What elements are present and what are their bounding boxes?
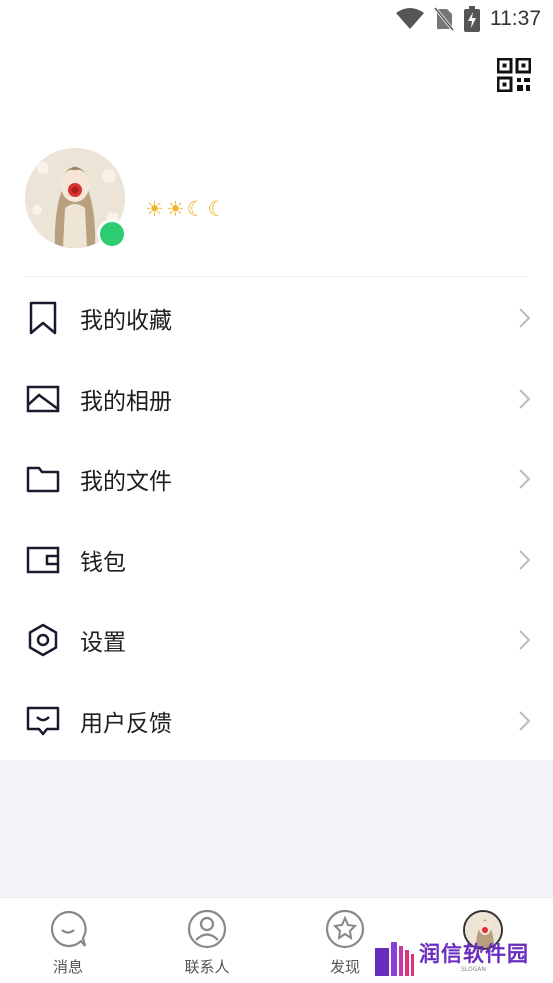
menu-item-album[interactable]: 我的相册	[0, 359, 553, 440]
sun-icon: ☀	[145, 197, 164, 221]
divider	[25, 276, 528, 277]
contacts-icon	[187, 909, 227, 949]
chevron-right-icon	[519, 711, 531, 731]
bookmark-icon	[25, 300, 61, 336]
nav-label: 联系人	[184, 958, 230, 976]
image-icon	[25, 381, 61, 417]
watermark-subtext: SLOGAN	[461, 966, 486, 973]
moon-icon: ☾	[207, 197, 227, 221]
chevron-right-icon	[519, 389, 531, 409]
nav-tab-messages[interactable]: 消息	[28, 908, 108, 980]
status-bar: 11:37	[0, 0, 553, 38]
chevron-right-icon	[519, 308, 531, 328]
empty-background-area	[0, 760, 553, 897]
moon-icon: ☾	[186, 197, 206, 221]
menu-item-label: 用户反馈	[80, 710, 172, 737]
menu-item-label: 我的文件	[80, 469, 172, 496]
status-time: 11:37	[490, 7, 541, 30]
menu-item-settings[interactable]: 设置	[0, 600, 553, 681]
chevron-right-icon	[519, 469, 531, 489]
settings-hexagon-icon	[25, 622, 61, 658]
chevron-right-icon	[519, 630, 531, 650]
menu-list: 我的收藏 我的相册 我的文件 钱包 设置 用户反馈	[0, 278, 553, 761]
online-status-dot	[97, 219, 127, 249]
wallet-icon	[25, 542, 61, 578]
folder-icon	[25, 461, 61, 497]
nav-label: 消息	[52, 958, 83, 976]
qr-code-icon[interactable]	[496, 57, 532, 93]
watermark-text: 润信软件园	[419, 942, 529, 966]
menu-item-label: 钱包	[80, 549, 126, 576]
no-sim-icon	[434, 7, 454, 31]
chevron-right-icon	[519, 550, 531, 570]
user-level: ☀ ☀ ☾ ☾	[145, 197, 226, 221]
menu-item-files[interactable]: 我的文件	[0, 439, 553, 520]
menu-item-label: 我的相册	[80, 388, 172, 415]
menu-item-label: 设置	[80, 630, 126, 657]
profile-section: ☀ ☀ ☾ ☾	[25, 145, 525, 255]
discover-icon	[325, 909, 365, 949]
watermark-logo: 润信软件园 SLOGAN	[373, 938, 543, 978]
sun-icon: ☀	[165, 197, 185, 221]
battery-charging-icon	[464, 6, 480, 32]
message-icon	[50, 910, 87, 948]
menu-item-feedback[interactable]: 用户反馈	[0, 681, 553, 762]
menu-item-label: 我的收藏	[80, 308, 172, 335]
menu-item-wallet[interactable]: 钱包	[0, 520, 553, 601]
feedback-icon	[25, 703, 61, 739]
nav-tab-contacts[interactable]: 联系人	[167, 908, 247, 980]
wifi-icon	[396, 8, 424, 29]
menu-item-favorites[interactable]: 我的收藏	[0, 278, 553, 359]
